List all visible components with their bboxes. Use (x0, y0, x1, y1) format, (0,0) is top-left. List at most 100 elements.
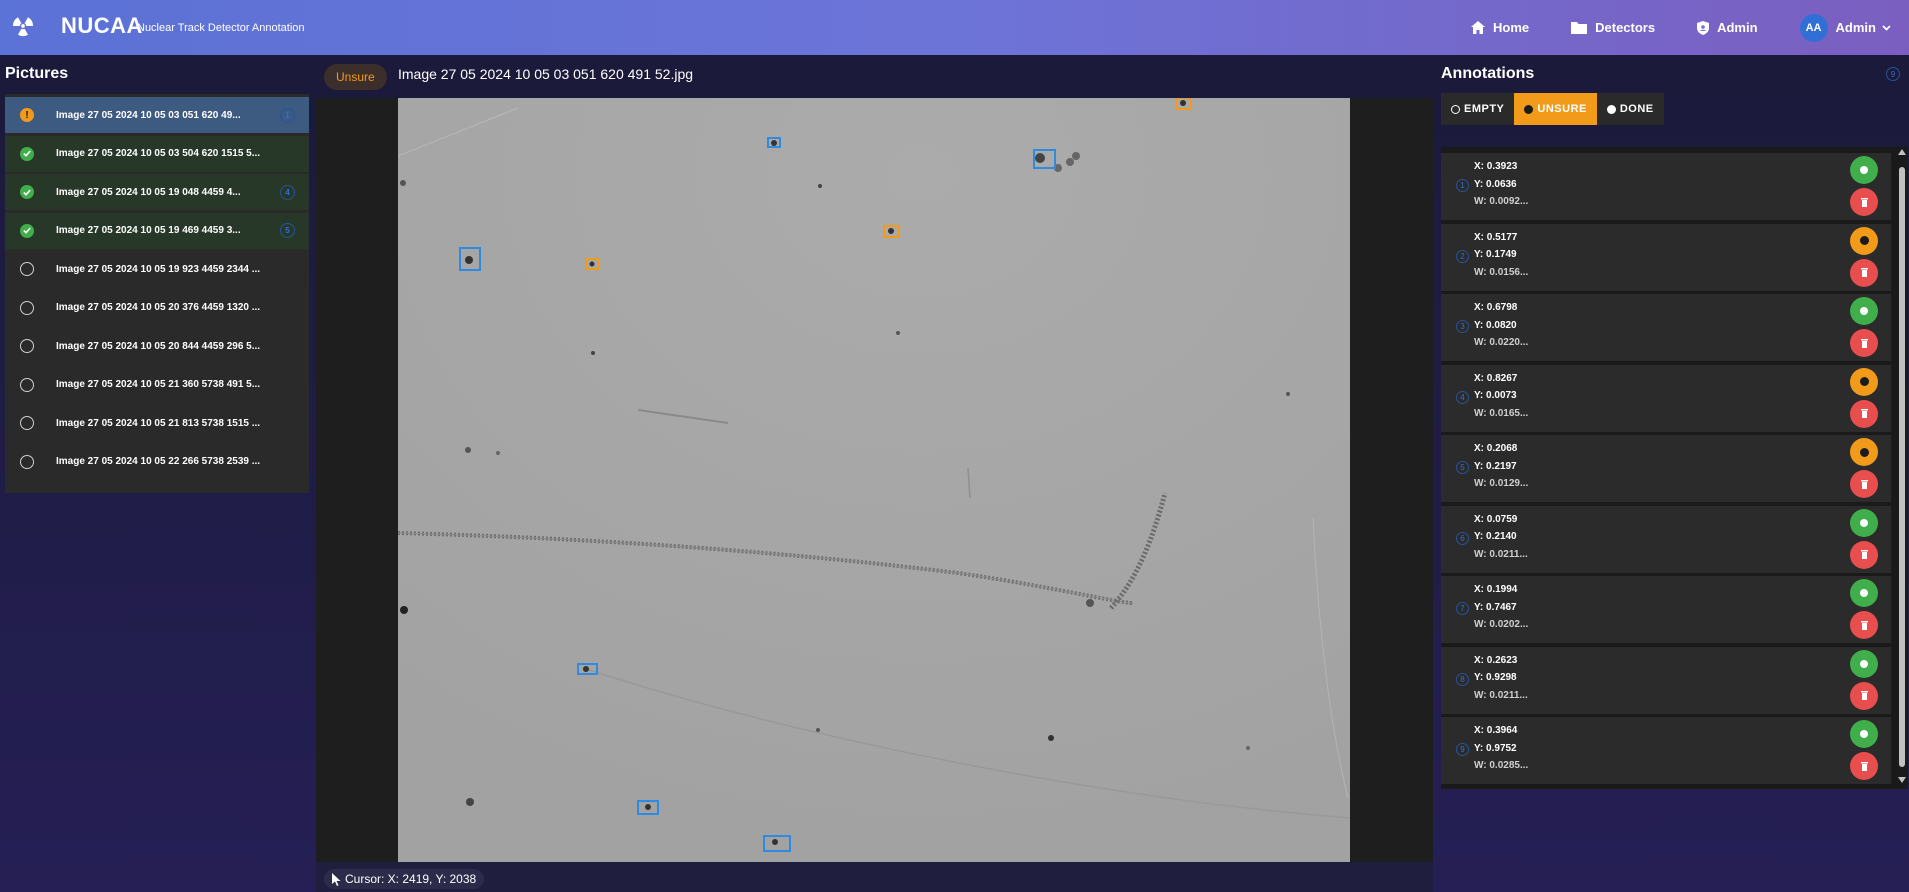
mark-done-button[interactable] (1850, 579, 1878, 607)
check-circle-icon (1606, 104, 1616, 114)
annotations-title: Annotations (1441, 65, 1535, 82)
annotation-w-value: W: 0.0092... (1474, 196, 1529, 207)
annotation-item[interactable]: 6 X: 0.0759 Y: 0.2140 W: 0.0211... (1441, 505, 1891, 573)
nav-admin[interactable]: Admin (1697, 20, 1758, 35)
check-circle-icon (20, 146, 34, 161)
scroll-down-icon[interactable] (1898, 777, 1906, 783)
detector-image[interactable] (398, 98, 1350, 862)
delete-annotation-button[interactable] (1850, 188, 1878, 216)
picture-item[interactable]: Image 27 05 2024 10 05 20 844 4459 296 5… (5, 328, 309, 364)
annotation-item[interactable]: 7 X: 0.1994 Y: 0.7467 W: 0.0202... (1441, 576, 1891, 643)
nav-home[interactable]: Home (1471, 20, 1529, 35)
annotation-y-value: Y: 0.1749 (1474, 249, 1517, 260)
detector-image-graphic (398, 98, 1350, 862)
app-header: NUCAA Nuclear Track Detector Annotation … (0, 0, 1909, 55)
picture-item[interactable]: Image 27 05 2024 10 05 19 469 4459 3... 5 (5, 212, 309, 249)
delete-annotation-button[interactable] (1850, 399, 1878, 428)
image-canvas[interactable] (316, 98, 1433, 862)
picture-item[interactable]: Image 27 05 2024 10 05 03 504 620 1515 5… (5, 135, 309, 172)
annotation-w-value: W: 0.0220... (1474, 337, 1529, 348)
mark-unsure-button[interactable] (1850, 226, 1878, 255)
delete-annotation-button[interactable] (1850, 681, 1878, 710)
picture-item[interactable]: Image 27 05 2024 10 05 21 360 5738 491 5… (5, 366, 309, 403)
filter-unsure[interactable]: UNSURE (1514, 93, 1597, 125)
annotation-w-value: W: 0.0211... (1474, 548, 1528, 560)
annotations-panel: Annotations 9 EMPTY UNSURE DONE 1 X: 0.39… (1433, 55, 1909, 892)
delete-annotation-button[interactable] (1850, 329, 1878, 357)
annotation-number: 9 (1456, 743, 1469, 756)
picture-item[interactable]: Image 27 05 2024 10 05 22 266 5738 2539 … (5, 443, 309, 480)
picture-item[interactable]: Image 27 05 2024 10 05 21 813 5738 1515 … (5, 405, 309, 441)
question-icon (1859, 377, 1869, 386)
annotation-x-value: X: 0.3964 (1474, 725, 1518, 736)
empty-circle-icon (20, 416, 34, 430)
scroll-up-icon[interactable] (1898, 149, 1906, 155)
nav-detectors[interactable]: Detectors (1571, 20, 1655, 35)
annotation-y-value: Y: 0.9752 (1474, 742, 1517, 754)
top-nav: Home Detectors Admin AA Admin (1471, 0, 1909, 55)
cursor-icon (332, 872, 341, 886)
annotation-x-value: X: 0.3923 (1474, 161, 1518, 172)
annotation-item[interactable]: 4 X: 0.8267 Y: 0.0073 W: 0.0165... (1441, 364, 1891, 432)
warning-icon: ! (20, 108, 34, 122)
annotation-count-badge: 4 (280, 184, 295, 200)
annotation-number: 6 (1456, 531, 1469, 545)
info-icon (1524, 104, 1534, 114)
mark-done-button[interactable] (1850, 649, 1878, 678)
annotation-x-value: X: 0.2623 (1474, 654, 1518, 666)
app-subtitle: Nuclear Track Detector Annotation (137, 22, 305, 34)
annotation-item[interactable]: 1 X: 0.3923 Y: 0.0636 W: 0.0092... (1441, 153, 1891, 220)
annotation-number: 7 (1456, 602, 1469, 615)
annotation-item[interactable]: 5 X: 0.2068 Y: 0.2197 W: 0.0129... (1441, 435, 1891, 502)
pictures-list[interactable]: ! Image 27 05 2024 10 05 03 051 620 49...… (5, 94, 309, 493)
scrollbar-thumb[interactable] (1899, 167, 1905, 767)
filter-done[interactable]: DONE (1596, 93, 1664, 125)
mark-done-button[interactable] (1850, 297, 1878, 325)
annotation-y-value: Y: 0.9298 (1474, 672, 1517, 683)
mark-done-button[interactable] (1850, 720, 1878, 748)
app-brand[interactable]: NUCAA (61, 13, 143, 39)
annotation-w-value: W: 0.0285... (1474, 760, 1529, 771)
annotation-number: 2 (1456, 249, 1469, 263)
mark-unsure-button[interactable] (1850, 438, 1878, 466)
delete-annotation-button[interactable] (1850, 470, 1878, 498)
empty-circle-icon (20, 262, 34, 276)
annotation-x-value: X: 0.1994 (1474, 584, 1518, 595)
filter-empty[interactable]: EMPTY (1441, 93, 1515, 125)
annotations-list[interactable]: 1 X: 0.3923 Y: 0.0636 W: 0.0092... 2 X: 0.517… (1441, 147, 1908, 789)
picture-name: Image 27 05 2024 10 05 19 923 4459 2344 … (56, 263, 261, 275)
annotation-item[interactable]: 9 X: 0.3964 Y: 0.9752 W: 0.0285... (1441, 717, 1891, 784)
annotation-x-value: X: 0.2068 (1474, 443, 1518, 454)
delete-annotation-button[interactable] (1850, 752, 1878, 780)
delete-annotation-button[interactable] (1850, 611, 1878, 639)
annotation-item[interactable]: 2 X: 0.5177 Y: 0.1749 W: 0.0156... (1441, 223, 1891, 291)
picture-item[interactable]: Image 27 05 2024 10 05 19 048 4459 4... 4 (5, 174, 309, 210)
annotation-x-value: X: 0.0759 (1474, 513, 1518, 525)
check-circle-icon (20, 223, 34, 238)
mark-unsure-button[interactable] (1850, 367, 1878, 396)
delete-annotation-button[interactable] (1850, 540, 1878, 569)
annotation-x-value: X: 0.6798 (1474, 302, 1518, 313)
filter-done-label: DONE (1619, 103, 1654, 115)
annotation-item[interactable]: 8 X: 0.2623 Y: 0.9298 W: 0.0211... (1441, 646, 1891, 714)
user-menu[interactable]: AA Admin (1799, 13, 1891, 42)
mark-done-button[interactable] (1850, 508, 1878, 537)
annotation-y-value: Y: 0.0636 (1474, 178, 1517, 190)
trash-icon (1860, 620, 1868, 630)
annotation-number: 5 (1456, 461, 1469, 474)
nav-admin-label: Admin (1717, 20, 1758, 35)
pictures-title: Pictures (5, 65, 69, 82)
delete-annotation-button[interactable] (1850, 258, 1878, 287)
viewer-topbar: Unsure Image 27 05 2024 10 05 03 051 620… (316, 55, 1433, 98)
picture-name: Image 27 05 2024 10 05 20 376 4459 1320 … (56, 302, 261, 313)
empty-circle-icon (20, 339, 34, 353)
picture-item[interactable]: ! Image 27 05 2024 10 05 03 051 620 49...… (5, 97, 309, 133)
picture-item[interactable]: Image 27 05 2024 10 05 19 923 4459 2344 … (5, 251, 309, 287)
annotation-item[interactable]: 3 X: 0.6798 Y: 0.0820 W: 0.0220... (1441, 294, 1891, 361)
picture-item[interactable]: Image 27 05 2024 10 05 20 376 4459 1320 … (5, 289, 309, 326)
annotations-scrollbar[interactable] (1896, 147, 1908, 789)
check-circle-icon (1860, 166, 1868, 174)
annotation-y-value: Y: 0.0820 (1474, 319, 1517, 331)
mark-done-button[interactable] (1850, 156, 1878, 184)
image-viewer-panel: Unsure Image 27 05 2024 10 05 03 051 620… (316, 55, 1433, 892)
